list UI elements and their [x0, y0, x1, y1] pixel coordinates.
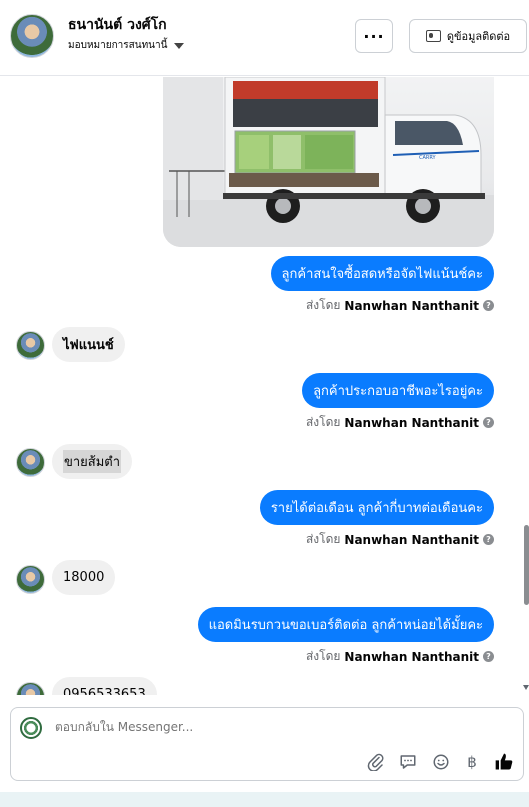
conversation-header: ธนานันต์ วงศ์โก มอบหมายการสนทนานี้ ··· ด… [0, 0, 529, 76]
thumbs-up-icon[interactable] [493, 751, 515, 773]
incoming-message[interactable]: 0956533653 [52, 677, 157, 695]
outgoing-message[interactable]: ลูกค้าสนใจซื้อสดหรือจัดไฟแน้นช์คะ [270, 256, 494, 291]
contact-avatar-small [16, 448, 45, 477]
info-icon[interactable]: ? [483, 651, 494, 662]
outgoing-message[interactable]: ลูกค้าประกอบอาชีพอะไรอยู่คะ [302, 373, 494, 408]
info-icon[interactable]: ? [483, 300, 494, 311]
footer-strip [0, 792, 529, 807]
sent-by-label: ส่งโดย Nanwhan Nanthanit ? [306, 647, 494, 666]
more-options-button[interactable]: ··· [355, 19, 393, 53]
info-icon[interactable]: ? [483, 534, 494, 545]
paperclip-icon[interactable] [365, 751, 387, 773]
emoji-icon[interactable] [430, 751, 452, 773]
saved-reply-icon[interactable] [397, 751, 419, 773]
caret-down-icon [174, 42, 185, 49]
truck-brand-label: CARRY [419, 155, 437, 161]
thread-scrollbar[interactable] [522, 77, 529, 695]
contact-name[interactable]: ธนานันต์ วงศ์โก [68, 14, 167, 36]
sent-by-label: ส่งโดย Nanwhan Nanthanit ? [306, 530, 494, 549]
scroll-down-arrow-icon[interactable] [523, 685, 529, 690]
contact-avatar[interactable] [10, 14, 54, 58]
contact-avatar-small [16, 331, 45, 360]
sent-by-label: ส่งโดย Nanwhan Nanthanit ? [306, 413, 494, 432]
contact-card-icon [425, 30, 441, 42]
assign-label: มอบหมายการสนทนานี้ [68, 40, 168, 51]
incoming-message[interactable]: 18000 [52, 560, 116, 595]
message-thread: CARRY ลูกค้าสนใจซื้อสดหรือจัดไฟแน้นช์คะ … [0, 77, 529, 695]
info-icon[interactable]: ? [483, 417, 494, 428]
sent-by-label: ส่งโดย Nanwhan Nanthanit ? [306, 296, 494, 315]
incoming-message[interactable]: ไฟแนนช์ [52, 327, 125, 362]
contact-avatar-small [16, 565, 45, 594]
assign-conversation-dropdown[interactable]: มอบหมายการสนทนานี้ [68, 38, 185, 53]
view-contact-button[interactable]: ดูข้อมูลติดต่อ [409, 19, 527, 53]
reply-composer: ฿ [10, 707, 524, 781]
view-contact-label: ดูข้อมูลติดต่อ [446, 30, 511, 43]
reply-input[interactable] [55, 720, 495, 734]
food-truck-photo[interactable]: CARRY [163, 77, 494, 247]
baht-icon[interactable]: ฿ [461, 751, 483, 773]
outgoing-message[interactable]: รายได้ต่อเดือน ลูกค้ากี่บาทต่อเดือนคะ [259, 490, 494, 525]
scrollbar-thumb[interactable] [524, 525, 529, 605]
highlighted-text: ขายส้มตำ [63, 450, 122, 473]
outgoing-message[interactable]: แอดมินรบกวนขอเบอร์ติดต่อ ลูกค้าหน่อยได้ม… [197, 607, 494, 642]
contact-avatar-small [16, 682, 45, 695]
page-avatar [20, 717, 42, 739]
incoming-message[interactable]: ขายส้มตำ [52, 444, 133, 479]
